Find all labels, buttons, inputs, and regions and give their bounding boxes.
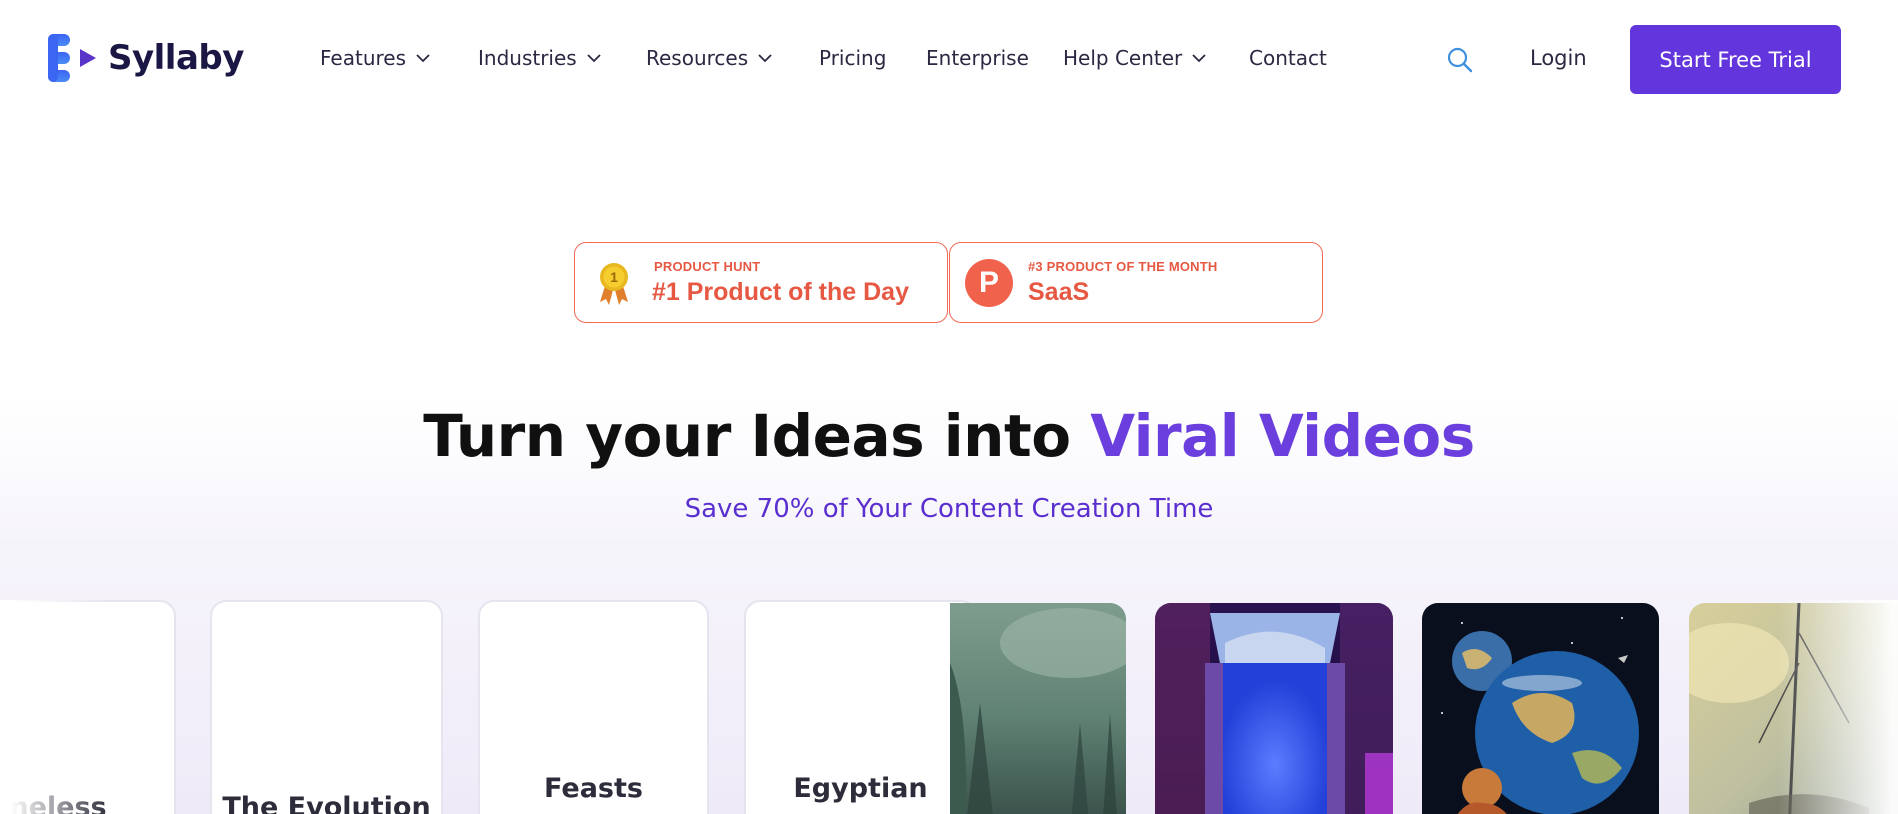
product-hunt-icon: P bbox=[965, 259, 1013, 307]
ship-image bbox=[1689, 603, 1898, 814]
nav-label: Pricing bbox=[819, 46, 887, 70]
nav-item-contact[interactable]: Contact bbox=[1249, 46, 1327, 70]
nav-label: Features bbox=[320, 46, 406, 70]
syllaby-logo-icon bbox=[48, 34, 96, 82]
video-card[interactable]: neless bbox=[0, 600, 176, 814]
portal-image bbox=[1155, 603, 1393, 814]
badge-title: SaaS bbox=[1028, 278, 1090, 306]
video-thumbnail-ship[interactable] bbox=[1689, 603, 1898, 814]
hero-subheadline: Save 70% of Your Content Creation Time bbox=[684, 494, 1214, 524]
nav-item-resources[interactable]: Resources bbox=[646, 46, 772, 70]
video-card[interactable]: The Evolution bbox=[210, 600, 443, 814]
badge-eyebrow: PRODUCT HUNT bbox=[654, 259, 761, 274]
nav-label: Enterprise bbox=[926, 46, 1029, 70]
nav-item-enterprise[interactable]: Enterprise bbox=[926, 46, 1029, 70]
start-free-trial-button[interactable]: Start Free Trial bbox=[1630, 25, 1841, 94]
login-link[interactable]: Login bbox=[1530, 46, 1587, 70]
forest-image bbox=[950, 603, 1126, 814]
chevron-down-icon bbox=[1192, 54, 1206, 63]
medal-number: 1 bbox=[610, 269, 618, 285]
video-carousel: neless The Evolution Feasts Egyptian bbox=[0, 600, 1898, 814]
nav-label: Contact bbox=[1249, 46, 1327, 70]
nav-label: Help Center bbox=[1063, 46, 1183, 70]
hero-headline: Turn your Ideas into Viral Videos bbox=[0, 402, 1898, 470]
nav-label: Industries bbox=[478, 46, 577, 70]
nav-item-help-center[interactable]: Help Center bbox=[1063, 46, 1206, 70]
badge-title: #1 Product of the Day bbox=[652, 278, 909, 306]
brand-name: Syllaby bbox=[108, 38, 244, 78]
chevron-down-icon bbox=[758, 54, 772, 63]
video-card-title: Egyptian bbox=[793, 773, 928, 804]
brand-logo[interactable]: Syllaby bbox=[46, 32, 244, 84]
badge-eyebrow: #3 PRODUCT OF THE MONTH bbox=[1028, 259, 1218, 274]
search-icon[interactable] bbox=[1446, 46, 1474, 74]
video-card[interactable]: Feasts bbox=[478, 600, 709, 814]
video-thumbnail-planets[interactable] bbox=[1422, 603, 1659, 814]
video-card-title: neless bbox=[9, 792, 107, 814]
video-thumbnail-portal[interactable] bbox=[1155, 603, 1393, 814]
nav-item-industries[interactable]: Industries bbox=[478, 46, 601, 70]
chevron-down-icon bbox=[587, 54, 601, 63]
video-card[interactable]: Egyptian bbox=[744, 600, 977, 814]
product-hunt-month-badge[interactable]: P #3 PRODUCT OF THE MONTH SaaS bbox=[949, 242, 1323, 323]
video-card-title: Feasts bbox=[544, 773, 643, 804]
medal-icon: 1 bbox=[600, 263, 628, 305]
product-hunt-day-badge[interactable]: 1 PRODUCT HUNT #1 Product of the Day bbox=[574, 242, 948, 323]
nav-item-features[interactable]: Features bbox=[320, 46, 430, 70]
site-header: Syllaby Features Industries Resources Pr… bbox=[0, 0, 1898, 118]
nav-label: Resources bbox=[646, 46, 749, 70]
video-thumbnail-forest[interactable] bbox=[950, 603, 1126, 814]
headline-accent: Viral Videos bbox=[1090, 402, 1475, 470]
nav-item-pricing[interactable]: Pricing bbox=[819, 46, 886, 70]
planets-image bbox=[1422, 603, 1659, 814]
headline-main: Turn your Ideas into bbox=[423, 402, 1091, 470]
chevron-down-icon bbox=[416, 54, 430, 63]
video-card-title: The Evolution bbox=[222, 792, 431, 814]
